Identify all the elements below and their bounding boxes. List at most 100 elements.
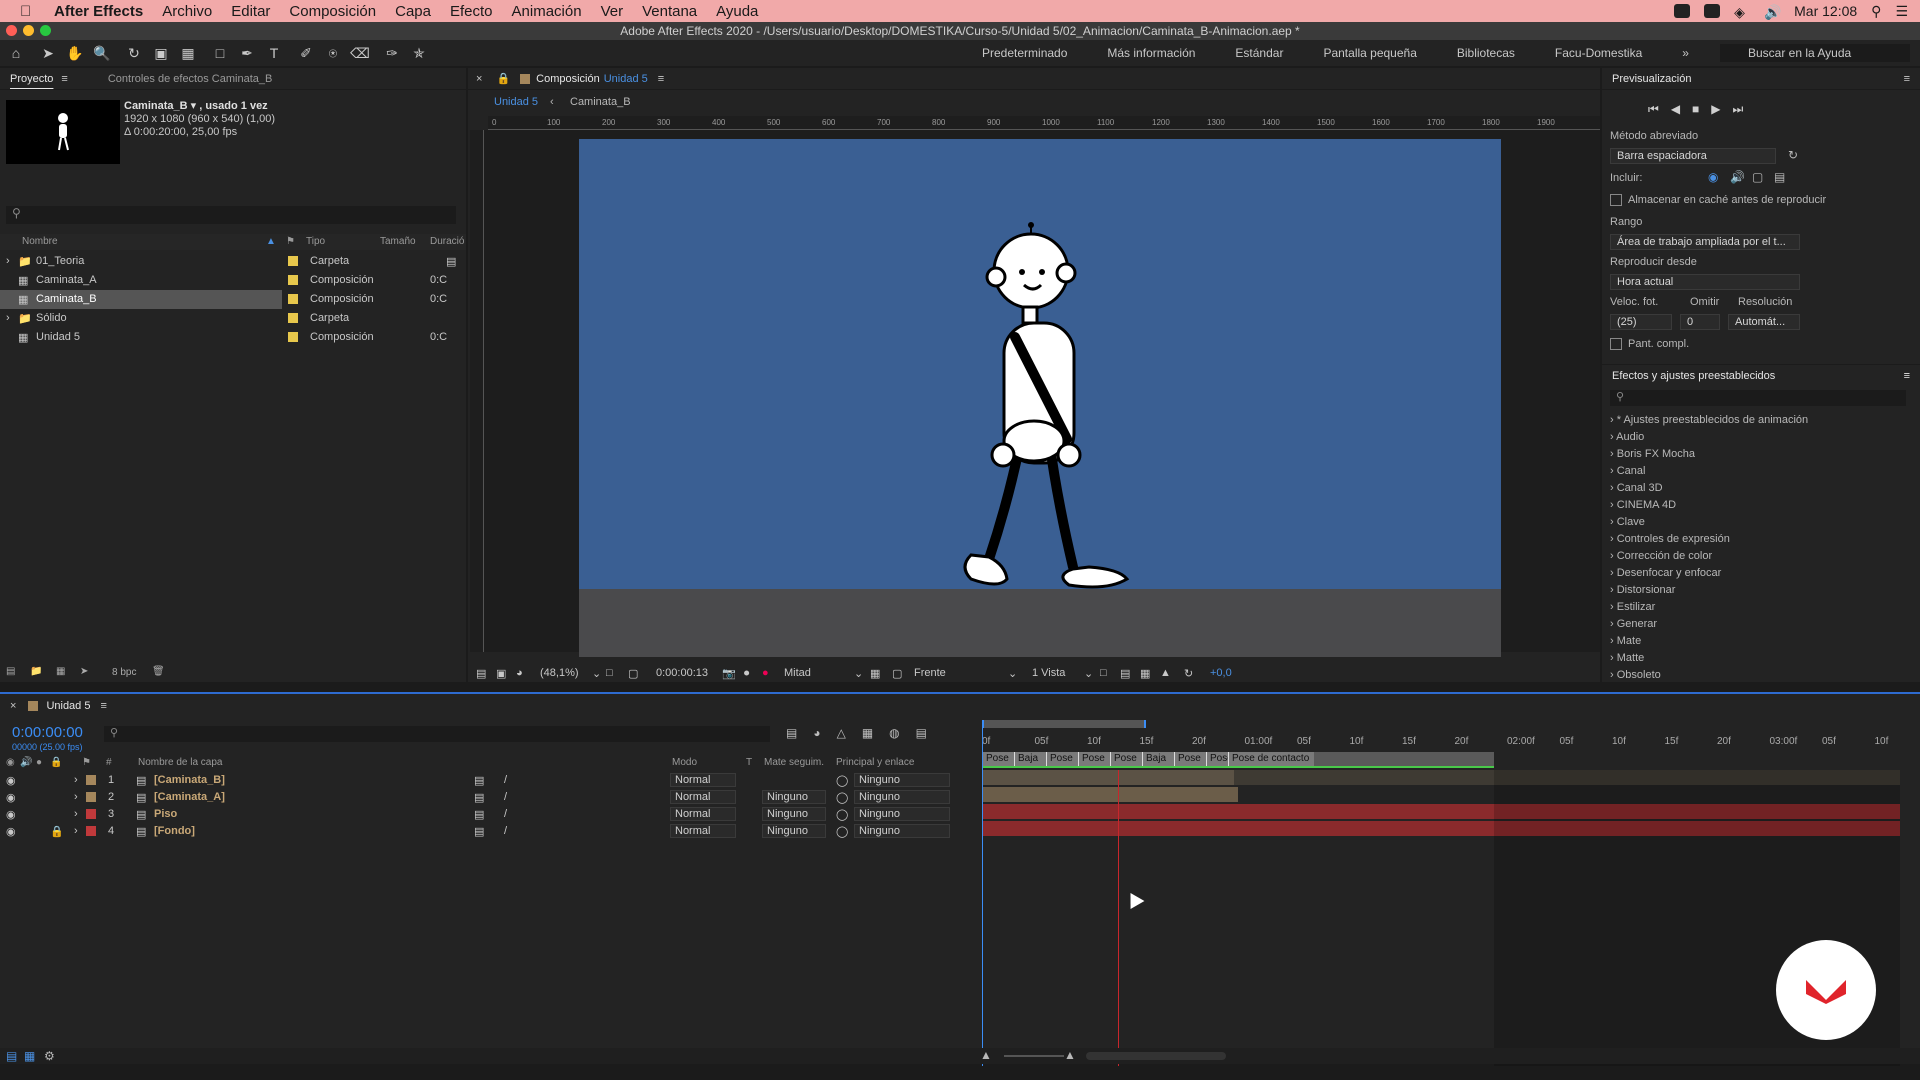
layer-name[interactable]: [Caminata_A] (154, 791, 225, 803)
comp-tab-name[interactable]: Unidad 5 (604, 73, 648, 85)
mode-dropdown[interactable]: Normal (670, 807, 736, 821)
effect-category[interactable]: › Canal 3D (1610, 482, 1663, 494)
current-time[interactable]: 0:00:00:00 (12, 724, 83, 741)
col-t[interactable]: T (746, 757, 752, 768)
zoom-dropdown[interactable]: (48,1%) (540, 667, 579, 679)
chevron-right-icon[interactable]: › (1610, 499, 1617, 511)
close-panel-icon[interactable]: × (476, 73, 482, 85)
resolution-select[interactable]: Automát... (1728, 314, 1800, 330)
exposure-value[interactable]: +0,0 (1210, 667, 1232, 679)
menu-archivo[interactable]: Archivo (162, 3, 212, 20)
chevron-right-icon[interactable]: › (1610, 669, 1617, 681)
effect-category[interactable]: › Controles de expresión (1610, 533, 1730, 545)
track-matte-dropdown[interactable]: Ninguno (762, 790, 826, 804)
col-nombre[interactable]: Nombre (22, 236, 58, 247)
resolution-dropdown[interactable]: Mitad (784, 667, 811, 679)
label-swatch[interactable] (86, 826, 96, 836)
time-ruler[interactable]: 0f 05f 10f 15f 20f 01:00f 05f 10f 15f 20f 02:00f 05… (978, 728, 1920, 750)
effect-category[interactable]: › Generar (1610, 618, 1657, 630)
pan-behind-tool-icon[interactable]: ▦ (177, 42, 199, 64)
chevron-right-icon[interactable]: › (1610, 533, 1617, 545)
shy-switch-icon[interactable]: ▤ (474, 825, 484, 838)
comp-mini-flowchart-icon[interactable]: ▤ (786, 726, 797, 740)
menu-ver[interactable]: Ver (601, 3, 624, 20)
mode-dropdown[interactable]: Normal (670, 824, 736, 838)
comp-marker[interactable]: Pose de contacto (1228, 752, 1314, 766)
cache-checkbox[interactable] (1610, 194, 1622, 206)
timeline-panel-icon[interactable]: ▦ (1140, 667, 1150, 680)
effect-category[interactable]: › Audio (1610, 431, 1644, 443)
chevron-down-icon[interactable]: ⌄ (1008, 667, 1017, 680)
chevron-right-icon[interactable]: › (1610, 550, 1617, 562)
prev-frame-icon[interactable]: ◀ (1671, 102, 1680, 117)
brush-tool-icon[interactable]: ✐ (295, 42, 317, 64)
effect-category[interactable]: › Desenfocar y enfocar (1610, 567, 1721, 579)
table-row[interactable]: ◉ 🔒 › 4 ▤ [Fondo] ▤ / Normal Ninguno ◯ Ninguno (0, 823, 970, 840)
frame-blending-icon[interactable]: ▦ (862, 726, 873, 740)
interpret-footage-icon[interactable]: ▤ (6, 666, 15, 677)
graph-editor-icon[interactable]: ▤ (916, 726, 927, 740)
comp-timecode[interactable]: 0:00:00:13 (656, 667, 708, 679)
expand-arrow-icon[interactable]: › (6, 312, 10, 324)
breadcrumb-unidad5[interactable]: Unidad 5 (494, 96, 538, 108)
eye-icon[interactable]: ◉ (6, 825, 16, 838)
track-layer-2[interactable] (982, 787, 1238, 802)
3d-view-icon[interactable]: ▢ (892, 667, 902, 680)
render-queue-icon[interactable]: ➤ (80, 666, 88, 677)
puppet-tool-icon[interactable]: ✯ (408, 42, 430, 64)
snapshot-icon[interactable]: ▤ (476, 667, 486, 680)
shy-switch-icon[interactable]: ▤ (474, 808, 484, 821)
expand-arrow-icon[interactable]: › (6, 255, 10, 267)
eye-icon[interactable]: ◉ (6, 774, 16, 787)
text-tool-icon[interactable]: T (263, 42, 285, 64)
layer-name[interactable]: [Fondo] (154, 825, 195, 837)
pickwhip-icon[interactable]: ◯ (836, 791, 848, 804)
range-select[interactable]: Área de trabajo ampliada por el t... (1610, 234, 1800, 250)
toggle-switches-icon[interactable]: ▤ (6, 1049, 17, 1063)
comp-canvas[interactable] (579, 139, 1501, 657)
comp-marker[interactable]: Baja (1142, 752, 1174, 766)
col-layer-name[interactable]: Nombre de la capa (138, 757, 223, 768)
panel-menu-icon[interactable]: ≡ (61, 73, 67, 85)
selection-tool-icon[interactable]: ➤ (37, 42, 59, 64)
comp-marker[interactable]: Pose (1206, 752, 1233, 766)
hand-tool-icon[interactable]: ✋ (64, 42, 86, 64)
comp-tab-label[interactable]: Composición (536, 73, 600, 85)
effect-category[interactable]: › Estilizar (1610, 601, 1655, 613)
shy-layers-icon[interactable]: △ (837, 726, 846, 740)
character-illustration[interactable] (579, 139, 1501, 657)
cc-icon[interactable] (1704, 4, 1721, 18)
timeline-tab[interactable]: Unidad 5 (46, 700, 90, 712)
workspace-facu-domestika[interactable]: Facu-Domestika (1555, 46, 1642, 60)
quality-switch-icon[interactable]: / (504, 808, 507, 820)
new-comp-icon[interactable]: ▦ (56, 666, 65, 677)
list-item[interactable]: ▦ Caminata_A Composición 0:C (0, 271, 466, 290)
include-overlays-icon[interactable]: ▢ (1752, 170, 1763, 184)
zoom-window-button[interactable] (40, 25, 51, 36)
fps-select[interactable]: (25) (1610, 314, 1672, 330)
lock-icon[interactable]: 🔒 (50, 825, 64, 838)
menu-animacion[interactable]: Animación (512, 3, 582, 20)
tab-effect-controls[interactable]: Controles de efectos Caminata_B (108, 73, 272, 85)
apple-icon[interactable]:  (20, 3, 40, 20)
reset-exposure-icon[interactable]: ↻ (1184, 667, 1193, 680)
chevron-right-icon[interactable]: › (1610, 465, 1617, 477)
fullscreen-checkbox[interactable] (1610, 338, 1622, 350)
monitor-icon[interactable]: ▣ (496, 667, 506, 680)
lock-icon[interactable]: 🔒 (496, 72, 510, 85)
label-column-icon[interactable]: ⚑ (286, 236, 295, 247)
include-layers-icon[interactable]: ▤ (1774, 170, 1785, 184)
comp-marker[interactable]: Pose (1174, 752, 1206, 766)
mode-dropdown[interactable]: Normal (670, 790, 736, 804)
chevron-right-icon[interactable]: › (1610, 414, 1617, 426)
shy-switch-icon[interactable]: ▤ (474, 774, 484, 787)
table-row[interactable]: ◉ › 2 ▤ [Caminata_A] ▤ / Normal Ninguno ◯ Ninguno (0, 789, 970, 806)
stop-icon[interactable]: ■ (1692, 102, 1699, 117)
comp-marker[interactable]: Pose (982, 752, 1014, 766)
motion-blur-icon[interactable]: ◍ (889, 726, 899, 740)
parent-dropdown[interactable]: Ninguno (854, 773, 950, 787)
label-swatch[interactable] (86, 792, 96, 802)
menu-list-icon[interactable]: ☰ (1895, 3, 1908, 20)
label-swatch[interactable] (288, 275, 298, 285)
camera-tool-icon[interactable]: ▣ (150, 42, 172, 64)
